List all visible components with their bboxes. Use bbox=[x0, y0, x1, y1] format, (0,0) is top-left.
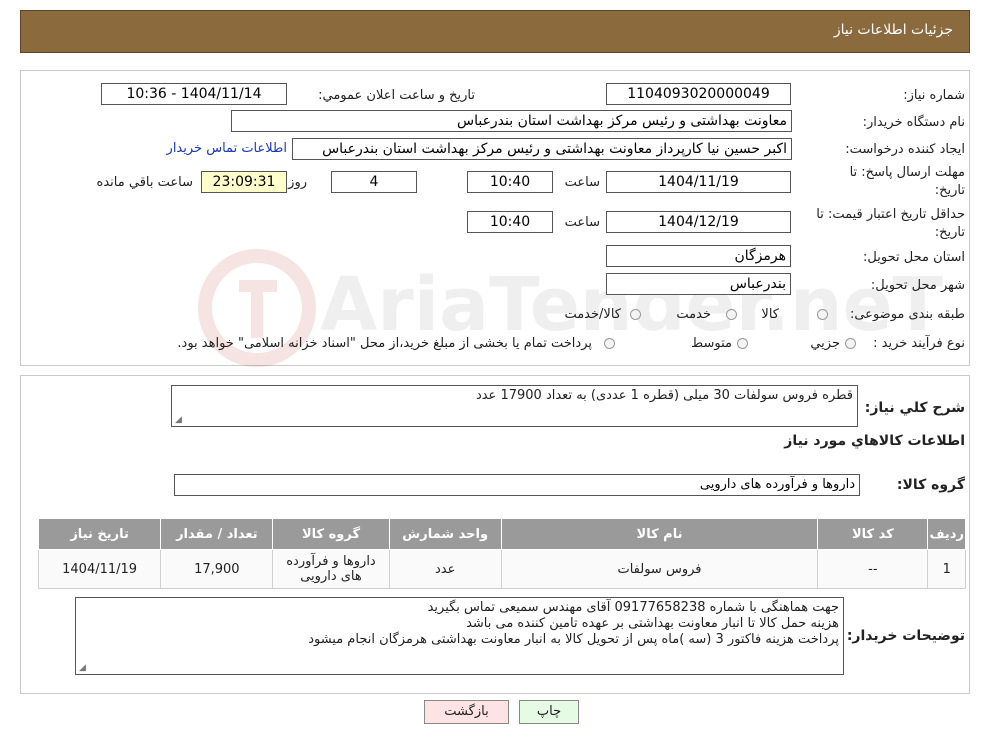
table-row: 1 -- فروس سولفات عدد داروها و فرآورده ها… bbox=[37, 549, 966, 589]
category-radio-goods-service[interactable] bbox=[630, 309, 641, 320]
cell-name: فروس سولفات bbox=[500, 549, 819, 589]
creator-field: اکبر حسین نیا کارپرداز معاونت بهداشتی و … bbox=[292, 138, 792, 160]
category-option-goods-service: کالا/خدمت bbox=[564, 307, 621, 322]
city-field: بندرعباس bbox=[606, 273, 791, 295]
process-label: نوع فرآيند خريد : bbox=[873, 336, 965, 351]
summary-textarea[interactable]: قطره فروس سولفات 30 میلی (قطره 1 عددی) ب… bbox=[171, 385, 858, 427]
cell-code: -- bbox=[817, 549, 929, 589]
col-row-header: رديف bbox=[927, 518, 966, 550]
deadline-label: مهلت ارسال پاسخ: تا bbox=[849, 165, 965, 180]
validity-label-date: تاريخ: bbox=[934, 225, 965, 240]
creator-label: ايجاد کننده درخواست: bbox=[845, 142, 965, 157]
buyer-org-field: معاونت بهداشتی و رئیس مرکز بهداشت استان … bbox=[231, 110, 792, 132]
goods-table-header: رديف کد کالا نام کالا واحد شمارش گروه کا… bbox=[37, 518, 966, 550]
deadline-date-field: 1404/11/19 bbox=[606, 171, 791, 193]
deadline-label-date: تاريخ: bbox=[934, 183, 965, 198]
need-number-label: شماره نیاز: bbox=[903, 88, 965, 103]
category-option-service: خدمت bbox=[676, 307, 711, 322]
page-title: جزئيات اطلاعات نياز bbox=[833, 22, 953, 38]
process-radio-medium[interactable] bbox=[737, 338, 748, 349]
summary-label: شرح کلي نياز: bbox=[864, 400, 965, 416]
goods-section-title: اطلاعات کالاهاي مورد نياز bbox=[784, 433, 965, 449]
col-quantity-header: تعداد / مقدار bbox=[160, 518, 274, 550]
cell-group: داروها و فرآورده های دارويی bbox=[272, 549, 390, 589]
deadline-time-field: 10:40 bbox=[467, 171, 553, 193]
buyer-notes-textarea[interactable]: جهت هماهنگی با شماره 09177658238 آقای مه… bbox=[75, 597, 844, 675]
col-code-header: کد کالا bbox=[817, 518, 929, 550]
col-name-header: نام کالا bbox=[500, 518, 819, 550]
treasury-checkbox[interactable] bbox=[604, 338, 615, 349]
category-radio-service[interactable] bbox=[726, 309, 737, 320]
col-group-header: گروه کالا bbox=[272, 518, 390, 550]
deadline-time-label: ساعت bbox=[564, 175, 600, 190]
process-option-minor: جزيي bbox=[810, 336, 840, 351]
summary-text: قطره فروس سولفات 30 میلی (قطره 1 عددی) ب… bbox=[475, 388, 853, 403]
cell-date: 1404/11/19 bbox=[37, 549, 162, 589]
need-number-field: 1104093020000049 bbox=[606, 83, 791, 105]
goods-group-label: گروه کالا: bbox=[896, 477, 965, 493]
validity-date-field: 1404/12/19 bbox=[606, 211, 791, 233]
buyer-notes-line-1: جهت هماهنگی با شماره 09177658238 آقای مه… bbox=[427, 600, 839, 615]
cell-row-number: 1 bbox=[927, 549, 966, 589]
process-option-medium: متوسط bbox=[691, 336, 732, 351]
category-radio-goods[interactable] bbox=[817, 309, 828, 320]
category-option-goods: کالا bbox=[761, 307, 779, 322]
city-label: شهر محل تحويل: bbox=[870, 278, 965, 293]
resize-grip-icon[interactable]: ◢ bbox=[175, 416, 183, 425]
buyer-notes-line-2: هزینه حمل کالا تا انبار معاونت بهداشتی ب… bbox=[466, 616, 839, 631]
buyer-notes-line-3: پرداخت هزینه فاکتور 3 (سه )ماه پس از تحو… bbox=[308, 632, 839, 647]
cell-unit: عدد bbox=[388, 549, 502, 589]
announce-label: تاريخ و ساعت اعلان عمومي: bbox=[318, 88, 475, 103]
goods-group-field: داروها و فرآورده های دارويی bbox=[174, 474, 860, 496]
col-date-header: تاريخ نياز bbox=[37, 518, 162, 550]
validity-time-field: 10:40 bbox=[467, 211, 553, 233]
buyer-notes-label: توضيحات خريدار: bbox=[846, 628, 965, 644]
process-radio-minor[interactable] bbox=[845, 338, 856, 349]
back-button[interactable]: بازگشت bbox=[424, 700, 509, 724]
announce-field: 1404/11/14 - 10:36 bbox=[101, 83, 287, 105]
resize-grip-icon[interactable]: ◢ bbox=[79, 664, 87, 673]
remaining-label: ساعت باقي مانده bbox=[96, 175, 193, 190]
cell-quantity: 17,900 bbox=[160, 549, 274, 589]
buyer-contact-link[interactable]: اطلاعات تماس خريدار bbox=[167, 141, 287, 156]
validity-time-label: ساعت bbox=[564, 215, 600, 230]
province-label: استان محل تحويل: bbox=[863, 250, 965, 265]
goods-table-wrapper: رديف کد کالا نام کالا واحد شمارش گروه کا… bbox=[37, 518, 966, 589]
remaining-time-field: 23:09:31 bbox=[201, 171, 287, 193]
days-field: 4 bbox=[331, 171, 417, 193]
province-field: هرمزگان bbox=[606, 245, 791, 267]
buyer-org-label: نام دستگاه خريدار: bbox=[862, 115, 965, 130]
process-note: پرداخت تمام يا بخشی از مبلغ خريد،از محل … bbox=[177, 336, 592, 351]
print-button[interactable]: چاپ bbox=[519, 700, 579, 724]
col-unit-header: واحد شمارش bbox=[388, 518, 502, 550]
validity-label: حداقل تاريخ اعتبار قيمت: تا bbox=[816, 207, 965, 222]
page-header: جزئيات اطلاعات نياز bbox=[20, 10, 970, 53]
goods-table: رديف کد کالا نام کالا واحد شمارش گروه کا… bbox=[37, 518, 966, 589]
category-label: طبقه بندی موضوعی: bbox=[849, 307, 965, 322]
